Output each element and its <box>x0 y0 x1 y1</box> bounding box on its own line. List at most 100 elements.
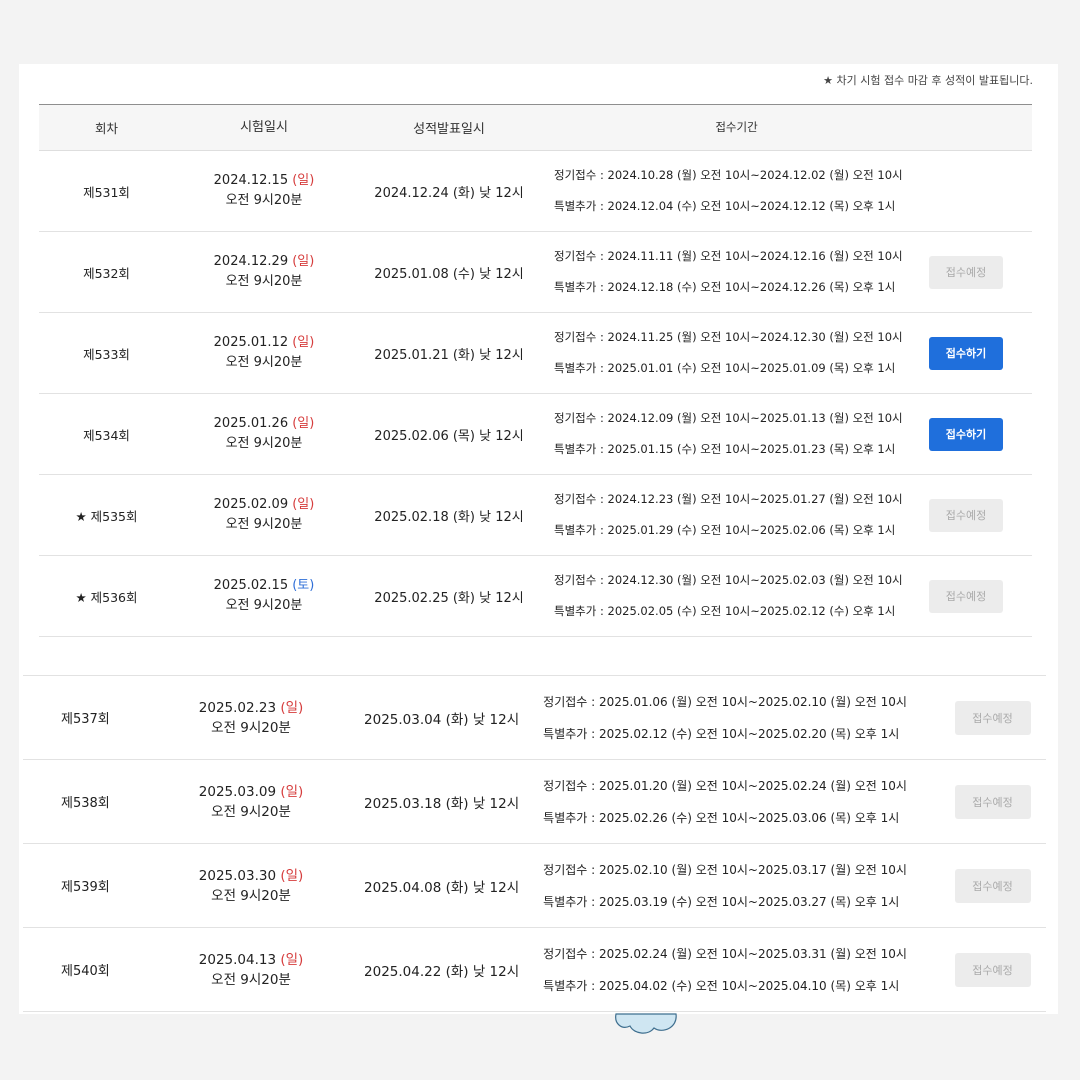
special-period: 특별추가 : 2025.01.15 (수) 오전 10시~2025.01.23 … <box>554 442 896 456</box>
round-number: 제540회 <box>61 964 110 979</box>
exam-day: (토) <box>292 578 315 593</box>
exam-date: 2025.03.09 <box>198 783 277 800</box>
period-cell: 정기접수 : 2024.12.23 (월) 오전 10시~2025.01.27 … <box>544 484 929 546</box>
exam-time: 오전 9시20분 <box>225 517 303 532</box>
exam-date-cell: 2025.03.30 (일) 오전 9시20분 <box>152 866 350 906</box>
round-number: 제531회 <box>83 184 130 200</box>
period-cell: 정기접수 : 2024.11.11 (월) 오전 10시~2024.12.16 … <box>544 241 929 303</box>
result-notice: ★ 차기 시험 접수 마감 후 성적이 발표됩니다. <box>823 74 1033 87</box>
result-date: 2024.12.24 (화) 낮 12시 <box>374 185 524 201</box>
exam-time: 오전 9시20분 <box>225 355 303 370</box>
header-exam-date: 시험일시 <box>240 119 288 135</box>
result-date: 2025.02.06 (목) 낮 12시 <box>374 428 524 444</box>
result-date: 2025.01.21 (화) 낮 12시 <box>374 347 524 363</box>
apply-button[interactable]: 접수하기 <box>929 336 1003 370</box>
action-cell: 접수예정 <box>939 700 1046 735</box>
exam-time: 오전 9시20분 <box>211 803 291 820</box>
exam-date: 2024.12.29 <box>213 254 289 269</box>
regular-period: 정기접수 : 2025.02.24 (월) 오전 10시~2025.03.31 … <box>543 946 907 961</box>
action-cell: 접수예정 <box>939 952 1046 987</box>
table-row: 제539회 2025.03.30 (일) 오전 9시20분 2025.04.08 … <box>23 844 1046 928</box>
exam-day: (일) <box>280 783 304 800</box>
apply-pending-button[interactable]: 접수예정 <box>929 579 1003 613</box>
exam-day: (일) <box>292 254 315 269</box>
result-date: 2025.03.04 (화) 낮 12시 <box>364 711 520 728</box>
table-row: ★ 제535회 2025.02.09 (일) 오전 9시20분 2025.02.1… <box>39 475 1032 556</box>
result-date: 2025.01.08 (수) 낮 12시 <box>374 266 524 282</box>
table-row: 제540회 2025.04.13 (일) 오전 9시20분 2025.04.22 … <box>23 928 1046 1012</box>
action-cell: 접수예정 <box>939 784 1046 819</box>
regular-period: 정기접수 : 2025.02.10 (월) 오전 10시~2025.03.17 … <box>543 862 907 877</box>
table-row: 제532회 2024.12.29 (일) 오전 9시20분 2025.01.08 … <box>39 232 1032 313</box>
apply-pending-button[interactable]: 접수예정 <box>954 784 1031 819</box>
special-period: 특별추가 : 2025.03.19 (수) 오전 10시~2025.03.27 … <box>543 894 900 909</box>
exam-day: (일) <box>292 335 315 350</box>
round-number: 제537회 <box>61 712 110 727</box>
apply-pending-button[interactable]: 접수예정 <box>929 255 1003 289</box>
regular-period: 정기접수 : 2025.01.06 (월) 오전 10시~2025.02.10 … <box>543 694 907 709</box>
table-row: 제533회 2025.01.12 (일) 오전 9시20분 2025.01.21 … <box>39 313 1032 394</box>
special-period: 특별추가 : 2025.01.01 (수) 오전 10시~2025.01.09 … <box>554 361 896 375</box>
cloud-icon <box>615 1013 677 1034</box>
exam-date: 2025.02.09 <box>213 497 289 512</box>
special-period: 특별추가 : 2025.02.12 (수) 오전 10시~2025.02.20 … <box>543 726 900 741</box>
exam-date: 2025.04.13 <box>198 951 277 968</box>
exam-time: 오전 9시20분 <box>225 193 303 208</box>
result-date: 2025.03.18 (화) 낮 12시 <box>364 795 520 812</box>
regular-period: 정기접수 : 2025.01.20 (월) 오전 10시~2025.02.24 … <box>543 778 907 793</box>
apply-pending-button[interactable]: 접수예정 <box>929 498 1003 532</box>
action-cell: 접수예정 <box>929 498 1032 532</box>
exam-date: 2025.01.12 <box>213 335 289 350</box>
period-cell: 정기접수 : 2024.11.25 (월) 오전 10시~2024.12.30 … <box>544 322 929 384</box>
regular-period: 정기접수 : 2024.11.11 (월) 오전 10시~2024.12.16 … <box>554 249 903 263</box>
exam-time: 오전 9시20분 <box>211 887 291 904</box>
action-cell: 접수예정 <box>929 579 1032 613</box>
exam-date-cell: 2025.01.12 (일) 오전 9시20분 <box>174 333 354 373</box>
period-cell: 정기접수 : 2025.02.24 (월) 오전 10시~2025.03.31 … <box>533 938 939 1002</box>
period-cell: 정기접수 : 2025.01.06 (월) 오전 10시~2025.02.10 … <box>533 686 939 750</box>
exam-day: (일) <box>292 416 315 431</box>
round-number: 제539회 <box>61 880 110 895</box>
period-cell: 정기접수 : 2025.01.20 (월) 오전 10시~2025.02.24 … <box>533 770 939 834</box>
exam-date-cell: 2025.01.26 (일) 오전 9시20분 <box>174 414 354 454</box>
exam-day: (일) <box>280 951 304 968</box>
table-row: 제534회 2025.01.26 (일) 오전 9시20분 2025.02.06 … <box>39 394 1032 475</box>
exam-date-cell: 2025.02.15 (토) 오전 9시20분 <box>174 576 354 616</box>
period-cell: 정기접수 : 2024.12.09 (월) 오전 10시~2025.01.13 … <box>544 403 929 465</box>
header-result-date: 성적발표일시 <box>413 122 485 137</box>
result-date: 2025.02.18 (화) 낮 12시 <box>374 509 524 525</box>
action-cell: 접수예정 <box>929 255 1032 289</box>
exam-day: (일) <box>292 497 315 512</box>
header-period: 접수기간 <box>715 120 758 134</box>
round-number: 제532회 <box>83 265 130 281</box>
special-period: 특별추가 : 2024.12.04 (수) 오전 10시~2024.12.12 … <box>554 199 896 213</box>
table-row: 제538회 2025.03.09 (일) 오전 9시20분 2025.03.18 … <box>23 760 1046 844</box>
table-header: 회차 시험일시 성적발표일시 접수기간 <box>39 104 1032 151</box>
period-cell: 정기접수 : 2025.02.10 (월) 오전 10시~2025.03.17 … <box>533 854 939 918</box>
result-date: 2025.02.25 (화) 낮 12시 <box>374 590 524 606</box>
exam-date: 2025.03.30 <box>198 867 277 884</box>
exam-schedule-table: 회차 시험일시 성적발표일시 접수기간 제531회 2024.12.15 (일)… <box>39 104 1032 637</box>
period-cell: 정기접수 : 2024.12.30 (월) 오전 10시~2025.02.03 … <box>544 565 929 627</box>
exam-time: 오전 9시20분 <box>225 436 303 451</box>
special-period: 특별추가 : 2024.12.18 (수) 오전 10시~2024.12.26 … <box>554 280 896 294</box>
exam-date: 2025.02.23 <box>198 699 277 716</box>
action-cell: 접수하기 <box>929 417 1032 451</box>
round-number: ★ 제536회 <box>75 589 138 605</box>
exam-date-cell: 2025.02.23 (일) 오전 9시20분 <box>152 698 350 738</box>
apply-button[interactable]: 접수하기 <box>929 417 1003 451</box>
exam-schedule-table-2: 제537회 2025.02.23 (일) 오전 9시20분 2025.03.04 … <box>23 675 1046 1012</box>
exam-time: 오전 9시20분 <box>225 274 303 289</box>
apply-pending-button[interactable]: 접수예정 <box>954 952 1031 987</box>
result-date: 2025.04.22 (화) 낮 12시 <box>364 963 520 980</box>
apply-pending-button[interactable]: 접수예정 <box>954 868 1031 903</box>
apply-pending-button[interactable]: 접수예정 <box>954 700 1031 735</box>
round-number: 제534회 <box>83 427 130 443</box>
exam-date-cell: 2025.03.09 (일) 오전 9시20분 <box>152 782 350 822</box>
regular-period: 정기접수 : 2024.12.09 (월) 오전 10시~2025.01.13 … <box>554 411 903 425</box>
action-cell: 접수예정 <box>939 868 1046 903</box>
exam-date-cell: 2024.12.15 (일) 오전 9시20분 <box>174 171 354 211</box>
exam-day: (일) <box>280 867 304 884</box>
table-row: 제531회 2024.12.15 (일) 오전 9시20분 2024.12.24 … <box>39 151 1032 232</box>
regular-period: 정기접수 : 2024.11.25 (월) 오전 10시~2024.12.30 … <box>554 330 903 344</box>
